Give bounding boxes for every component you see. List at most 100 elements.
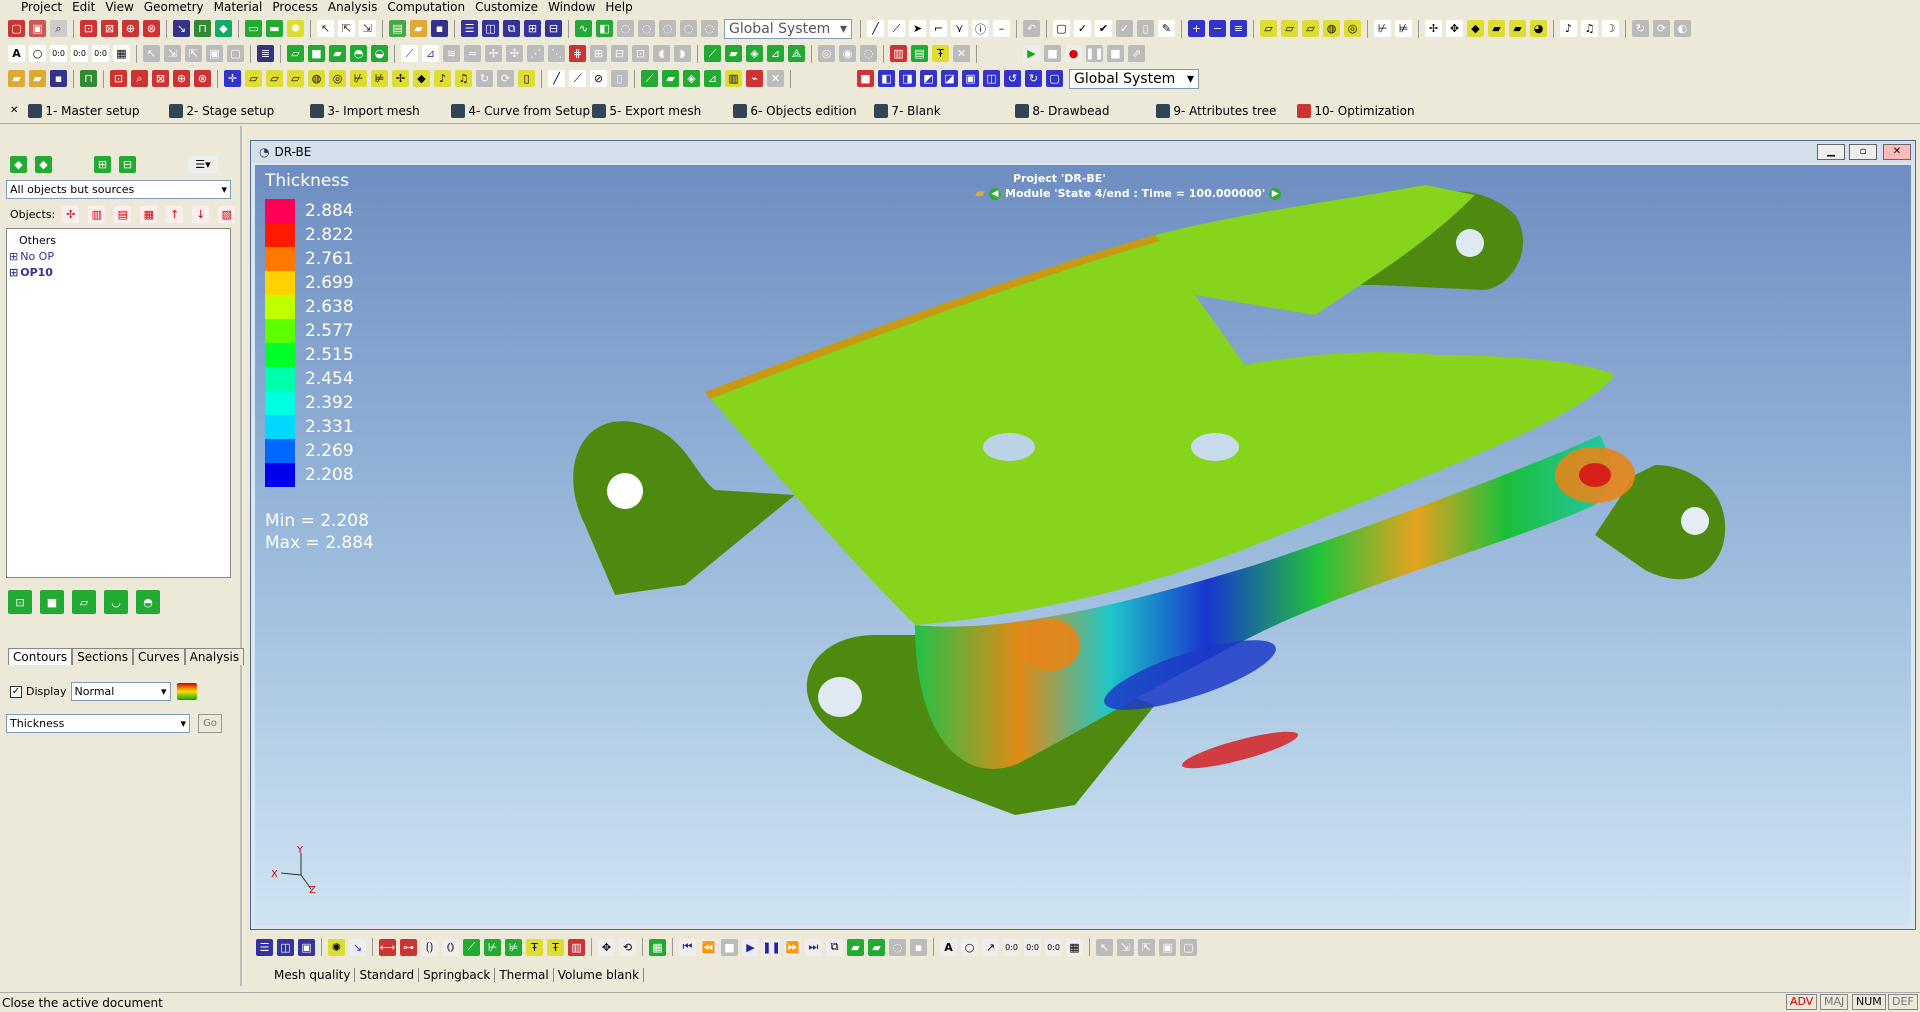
mesh5-icon[interactable]: ◒ [371,45,388,62]
w3-icon[interactable]: ◈ [683,70,700,87]
y1-icon[interactable]: ✛ [224,70,241,87]
select-icon[interactable]: ⇱ [338,20,355,37]
save-icon[interactable]: ▪ [431,20,448,37]
layout3-icon[interactable]: ⧉ [503,20,520,37]
x-icon[interactable]: ✕ [953,45,970,62]
tool9-icon[interactable]: ♪ [1560,20,1577,37]
object-filter-select[interactable]: All objects but sources ▾ [6,180,231,199]
b-stop-icon[interactable]: ■ [721,938,738,956]
check-icon[interactable]: ✓ [1074,20,1091,37]
shape5-icon[interactable]: ◎ [1344,20,1361,37]
stage-stage-setup[interactable]: 2- Stage setup [169,103,310,118]
zoom-window-icon[interactable]: ⊡ [80,20,97,37]
stage-drawbead[interactable]: 8- Drawbead [1015,103,1156,118]
menu-edit[interactable]: Edit [67,0,100,14]
stop2-icon[interactable]: ■ [1107,45,1124,62]
zoom-icon[interactable]: ⌕ [50,20,67,37]
menu-analysis[interactable]: Analysis [323,0,382,14]
b-circle-icon[interactable]: ○ [961,938,978,956]
obj7-icon[interactable]: ▧ [218,206,236,223]
go-button[interactable]: Go [198,714,222,733]
obj2-icon[interactable]: ▥ [88,206,106,223]
tree-item-op10[interactable]: ⊞ OP10 [7,265,230,281]
x2-icon[interactable]: ⟋ [569,70,586,87]
view-green-icon[interactable]: ▭ [245,20,262,37]
display-mode-select[interactable]: Normal ▾ [70,682,171,701]
coord1-icon[interactable]: 0:0 [50,45,67,62]
open-icon[interactable]: ▣ [29,20,46,37]
record-icon[interactable]: ● [1065,45,1082,62]
y10-icon[interactable]: ◆ [413,70,430,87]
y12-icon[interactable]: ♫ [455,70,472,87]
layout4-icon[interactable]: ⊞ [524,20,541,37]
expand-icon[interactable]: ⊞ [9,250,18,263]
info-icon[interactable]: ⓘ [972,20,989,37]
b-coord3-icon[interactable]: 0:0 [1045,938,1062,956]
surface-icon[interactable]: ◧ [596,20,613,37]
tab-contours[interactable]: Contours [8,648,73,665]
b-layout2-icon[interactable]: ◫ [277,938,294,956]
display-checkbox[interactable]: ✓ [10,685,22,698]
b-dim6-icon[interactable]: ⊬ [484,938,501,956]
tool12-icon[interactable]: ↻ [1632,20,1649,37]
forward-icon[interactable]: ⏩ [784,938,801,956]
y6-icon[interactable]: ◎ [329,70,346,87]
shape3-icon[interactable]: ▱ [1302,20,1319,37]
cursor-icon[interactable]: ↖ [317,20,334,37]
tab-standard[interactable]: Standard [355,968,420,982]
shade-icon[interactable]: ◆ [215,20,232,37]
menu-view[interactable]: View [100,0,138,14]
coord2-icon[interactable]: 0:0 [71,45,88,62]
d1-icon[interactable]: ⟋ [401,45,418,62]
y9-icon[interactable]: ✢ [392,70,409,87]
b-dim7-icon[interactable]: ⊭ [505,938,522,956]
stage-master-setup[interactable]: 1- Master setup [28,103,169,118]
e4-icon[interactable]: ⊿ [767,45,784,62]
obj5-icon[interactable]: ↑ [166,206,184,223]
w6-icon[interactable]: ⌁ [746,70,763,87]
tool1-icon[interactable]: ⊬ [1374,20,1391,37]
open-folder-icon[interactable]: ▰ [8,70,25,87]
green-blob-icon[interactable]: ◆ [10,156,27,173]
menu-customize[interactable]: Customize [470,0,543,14]
menu-material[interactable]: Material [209,0,268,14]
w2-icon[interactable]: ▰ [662,70,679,87]
shape4-icon[interactable]: ◍ [1323,20,1340,37]
y15-icon[interactable]: ▯ [518,70,535,87]
d9-icon[interactable]: ⋕ [569,45,586,62]
dash-icon[interactable]: – [993,20,1010,37]
coord3-icon[interactable]: 0:0 [92,45,109,62]
b-rot-icon[interactable]: ⟲ [619,938,636,956]
edit-icon[interactable]: ✎ [1158,20,1175,37]
circle-icon[interactable]: ○ [29,45,46,62]
add-icon[interactable]: + [1188,20,1205,37]
w5-icon[interactable]: ▥ [725,70,742,87]
cube2-icon[interactable]: ◧ [878,70,895,87]
stage-import-mesh[interactable]: 3- Import mesh [310,103,451,118]
rewind-icon[interactable]: ⏪ [700,938,717,956]
tool5-icon[interactable]: ◆ [1467,20,1484,37]
e1-icon[interactable]: ⟋ [704,45,721,62]
menu-computation[interactable]: Computation [382,0,470,14]
y4-icon[interactable]: ▱ [287,70,304,87]
mesh-wrap-icon[interactable]: ◓ [136,590,160,614]
d2-icon[interactable]: ⊿ [422,45,439,62]
b-dim3-icon[interactable]: ⟮⟯ [421,938,438,956]
lock-icon[interactable]: ⊓ [194,20,211,37]
chart-icon[interactable]: ▤ [911,45,928,62]
b-pick-icon[interactable]: ↘ [349,938,366,956]
b-image2-icon[interactable]: ▰ [868,938,885,956]
y3-icon[interactable]: ▱ [266,70,283,87]
list-view-icon[interactable]: ☰▾ [188,156,218,173]
menu-help[interactable]: Help [600,0,637,14]
y14-icon[interactable]: ⟳ [497,70,514,87]
e5-icon[interactable]: ⟁ [788,45,805,62]
mesh-fill-icon[interactable]: ■ [40,590,64,614]
check2-icon[interactable]: ✔ [1095,20,1112,37]
frame-icon[interactable]: ▢ [1046,70,1063,87]
b-move-icon[interactable]: ✥ [598,938,615,956]
list-icon[interactable]: ≡ [1230,20,1247,37]
export-icon[interactable]: ⇗ [1128,45,1145,62]
rot2-icon[interactable]: ↻ [1025,70,1042,87]
folder-icon[interactable]: ▰ [410,20,427,37]
